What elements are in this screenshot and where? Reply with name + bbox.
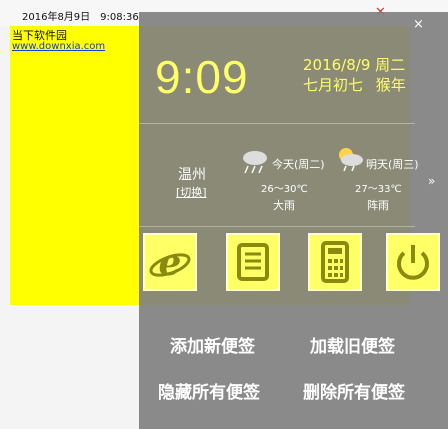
notepad-icon xyxy=(237,243,269,281)
ie-button[interactable]: e xyxy=(143,233,197,291)
lunar-line: 七月初七 猴年 xyxy=(303,74,406,95)
switch-city-link[interactable]: [切换] xyxy=(176,184,207,200)
tomorrow-weather: 阵雨 xyxy=(367,199,389,212)
note-datetime: 2016年8月9日 9:08:36 xyxy=(22,12,139,23)
today-temp: 26～30℃ xyxy=(261,184,308,195)
tomorrow-temp: 27～33℃ xyxy=(355,184,402,195)
load-note-button[interactable]: 加载旧便签 xyxy=(310,332,395,357)
calculator-button[interactable] xyxy=(308,233,362,291)
power-icon xyxy=(397,245,429,280)
date: 2016/8/9 xyxy=(303,56,371,74)
today-label: 今天(周二) xyxy=(272,158,325,171)
divider xyxy=(139,123,415,124)
tomorrow-label: 明天(周三) xyxy=(366,158,419,171)
note-link[interactable]: www.downxia.com xyxy=(12,41,105,52)
today-weather: 大雨 xyxy=(273,199,295,212)
date-line: 2016/8/9 周二 xyxy=(303,54,405,75)
sun-shower-icon xyxy=(339,148,363,172)
add-note-button[interactable]: 添加新便签 xyxy=(170,332,255,357)
svg-text:e: e xyxy=(159,242,182,284)
rain-cloud-icon xyxy=(243,151,267,174)
lunar-date: 七月初七 xyxy=(303,76,364,94)
clock-time: 9:09 xyxy=(155,51,249,103)
hide-notes-button[interactable]: 隐藏所有便签 xyxy=(158,378,260,403)
notepad-button[interactable] xyxy=(226,233,280,291)
weekday: 周二 xyxy=(375,56,406,74)
power-button[interactable] xyxy=(386,233,440,291)
weather-city: 温州 xyxy=(178,167,206,183)
calculator-icon xyxy=(321,241,349,283)
ie-icon: e xyxy=(149,242,191,284)
divider xyxy=(139,226,415,227)
zodiac: 猴年 xyxy=(375,76,406,94)
weather-more-icon[interactable]: » xyxy=(428,174,435,188)
delete-notes-button[interactable]: 删除所有便签 xyxy=(303,378,405,403)
panel-close-icon[interactable]: × xyxy=(413,17,424,32)
